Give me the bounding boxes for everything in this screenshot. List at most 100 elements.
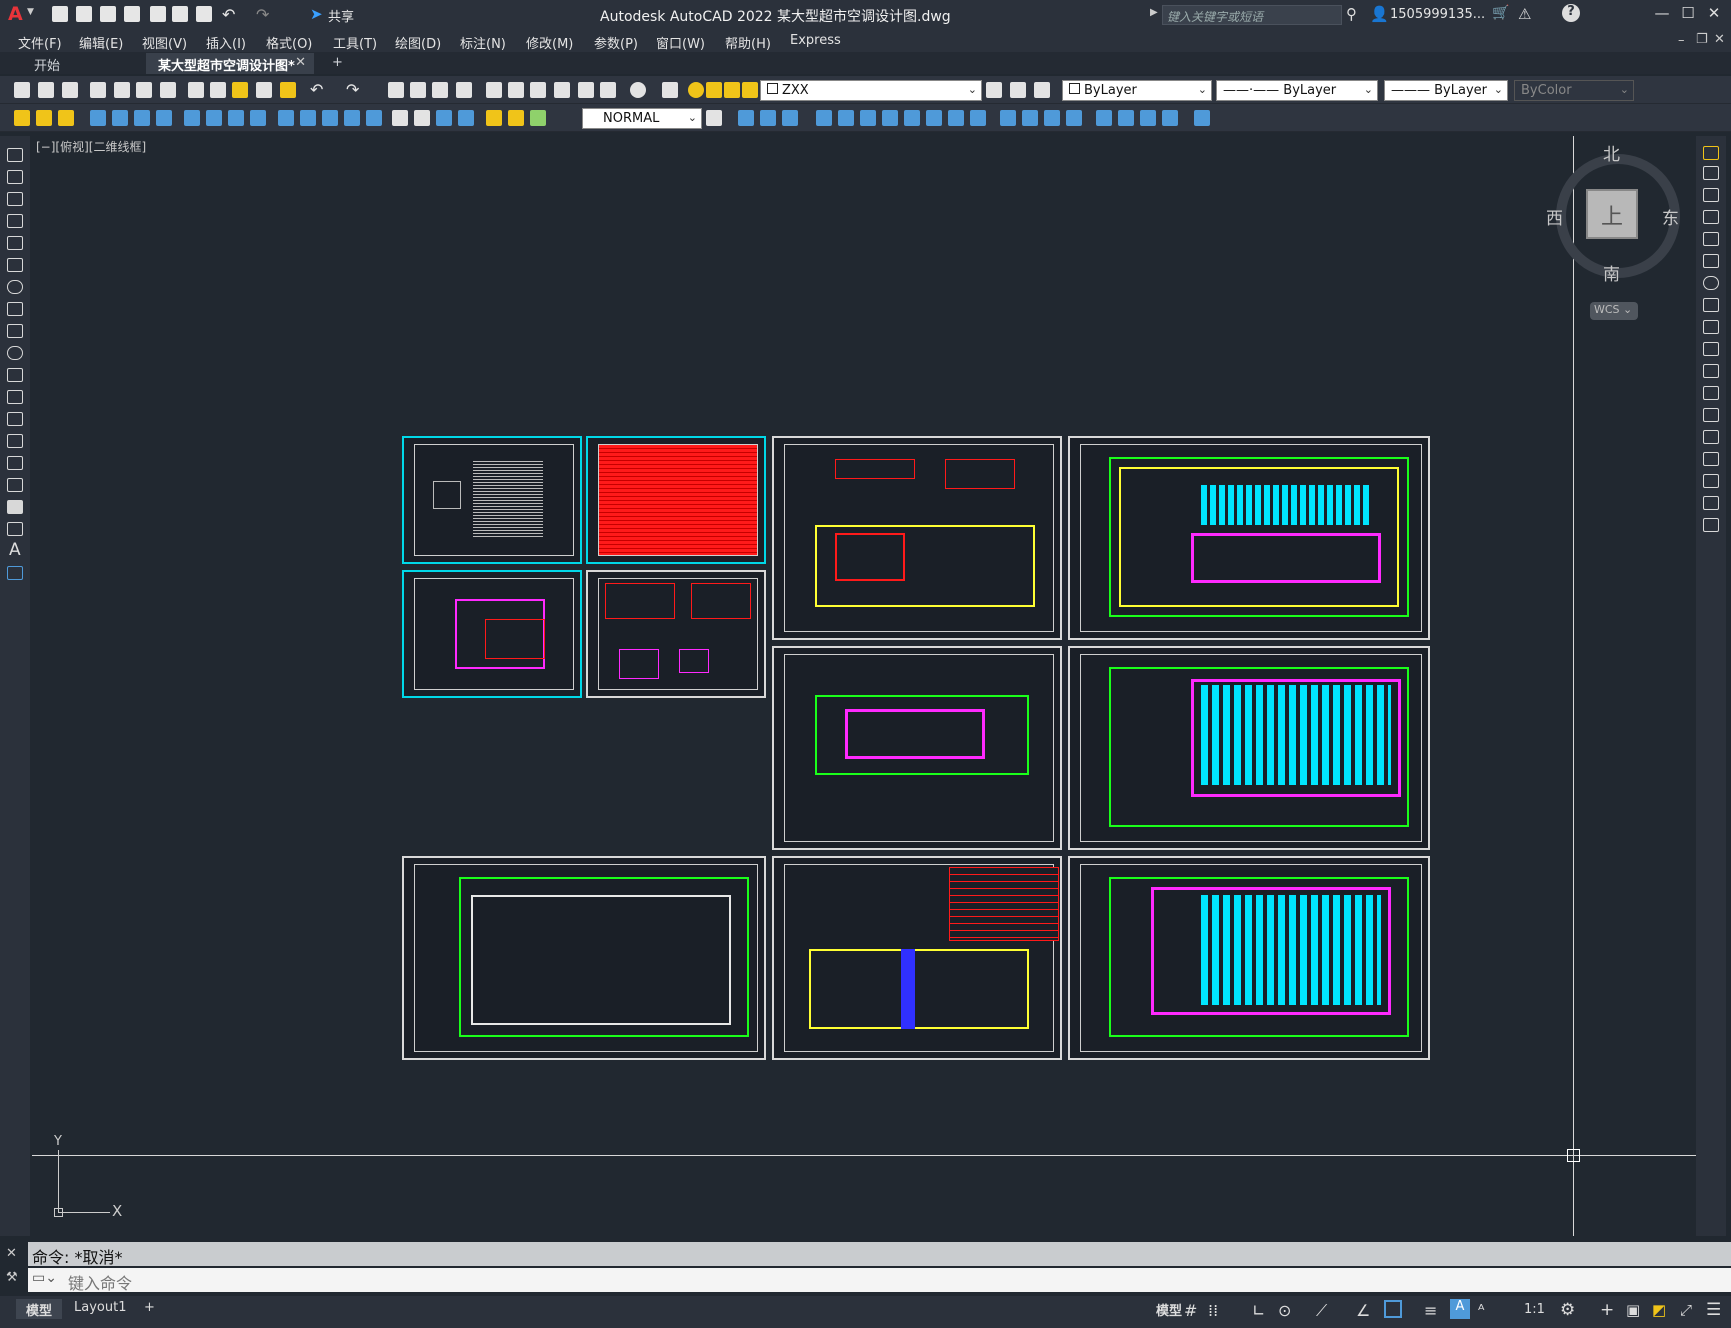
camera-icon[interactable] — [1194, 110, 1210, 126]
osnap-tracking-icon[interactable]: ⟋ — [1316, 1301, 1327, 1321]
drawing-canvas[interactable]: [−][俯视][二维线框] 北 南 西 东 上 WCS ⌄ Y X — [32, 136, 1696, 1236]
polygon-icon[interactable] — [7, 214, 23, 228]
tab-start[interactable]: 开始 — [22, 53, 146, 74]
make-current-icon[interactable] — [986, 82, 1002, 98]
menu-express[interactable]: Express — [790, 33, 841, 48]
close-button[interactable]: ✕ — [1702, 4, 1726, 26]
gradient-icon[interactable] — [7, 478, 23, 492]
new-icon[interactable] — [14, 82, 30, 98]
material-icon[interactable] — [1140, 110, 1156, 126]
spline-icon[interactable] — [7, 324, 23, 338]
inspect-icon[interactable] — [436, 110, 452, 126]
sheet-floor2-ac-plan[interactable] — [1068, 646, 1430, 850]
ucs-x-icon[interactable] — [926, 110, 942, 126]
dim-ordinate-icon[interactable] — [156, 110, 172, 126]
pan-icon[interactable] — [388, 82, 404, 98]
doc-close-icon[interactable]: ✕ — [1714, 32, 1725, 47]
view-top-icon[interactable] — [1022, 110, 1038, 126]
menu-parametric[interactable]: 参数(P) — [594, 33, 638, 52]
tolerance-icon[interactable] — [392, 110, 408, 126]
sheet-equipment-table[interactable] — [586, 436, 766, 564]
undo-icon[interactable]: ↶ — [222, 5, 235, 24]
menu-format[interactable]: 格式(O) — [266, 33, 312, 52]
blend-icon[interactable] — [1703, 496, 1719, 510]
layer-lock-icon[interactable] — [742, 82, 758, 98]
help-icon[interactable]: ? — [1562, 4, 1580, 22]
3d-box-icon[interactable] — [738, 110, 754, 126]
polar-icon[interactable]: ⊙ — [1278, 1301, 1291, 1320]
3d-subtract-icon[interactable] — [782, 110, 798, 126]
sheet-set-icon[interactable] — [554, 82, 570, 98]
explode-icon[interactable] — [1703, 518, 1719, 532]
cut-icon[interactable] — [188, 82, 204, 98]
redo-icon[interactable]: ↷ — [256, 5, 269, 24]
units-icon[interactable]: ▣ — [1626, 1301, 1640, 1319]
dim-baseline-icon[interactable] — [300, 110, 316, 126]
ucs-icon[interactable] — [816, 110, 832, 126]
sheet-design-notes[interactable] — [402, 436, 582, 564]
ucs-y-icon[interactable] — [948, 110, 964, 126]
menu-insert[interactable]: 插入(I) — [206, 33, 246, 52]
layer-on-icon[interactable] — [688, 82, 704, 98]
ucs-world-icon[interactable] — [838, 110, 854, 126]
sheet-roof-equipment-plan[interactable] — [772, 646, 1062, 850]
copy-object-icon[interactable] — [1703, 166, 1719, 180]
zoom-previous-icon[interactable] — [456, 82, 472, 98]
trim-icon[interactable] — [1703, 342, 1719, 356]
layer-freeze-icon[interactable] — [706, 82, 722, 98]
tool-palette-icon[interactable] — [530, 82, 546, 98]
menu-tools[interactable]: 工具(T) — [333, 33, 377, 52]
save-toolbar-icon[interactable] — [62, 82, 78, 98]
point-icon[interactable] — [7, 434, 23, 448]
menu-help[interactable]: 帮助(H) — [725, 33, 771, 52]
viewport-icon[interactable] — [1162, 110, 1178, 126]
stretch-icon[interactable] — [1703, 320, 1719, 334]
join-icon[interactable] — [1703, 430, 1719, 444]
markup-icon[interactable] — [578, 82, 594, 98]
wcs-menu[interactable]: WCS ⌄ — [1590, 302, 1638, 320]
publish-icon[interactable] — [136, 82, 152, 98]
menu-modify[interactable]: 修改(M) — [526, 33, 573, 52]
ucs-zaxis-icon[interactable] — [882, 110, 898, 126]
save-icon[interactable] — [100, 6, 116, 22]
dim-text-edit-icon[interactable] — [508, 110, 524, 126]
viewcube-west[interactable]: 西 — [1546, 204, 1563, 229]
layer-states-icon[interactable] — [1034, 82, 1050, 98]
open-file-icon[interactable] — [76, 6, 92, 22]
fillet-icon[interactable] — [1703, 474, 1719, 488]
view-side-icon[interactable] — [1066, 110, 1082, 126]
offset-icon[interactable] — [1703, 210, 1719, 224]
color-dropdown[interactable]: ByLayer ⌄ — [1062, 80, 1212, 101]
paste-icon[interactable] — [232, 82, 248, 98]
ucs-3point-icon[interactable] — [904, 110, 920, 126]
layer-vp-freeze-icon[interactable] — [724, 82, 740, 98]
ellipse-arc-icon[interactable] — [7, 368, 23, 382]
undo-toolbar-icon[interactable]: ↶ — [310, 80, 323, 99]
table-icon[interactable] — [7, 522, 23, 536]
plot-icon[interactable] — [196, 6, 212, 22]
layer-manager-icon[interactable] — [662, 82, 678, 98]
menu-file[interactable]: 文件(F) — [18, 33, 62, 52]
tab-document[interactable]: 某大型超市空调设计图* ✕ — [146, 53, 314, 74]
dimstyle-dropdown[interactable]: NORMAL ⌄ — [582, 108, 702, 129]
chamfer-icon[interactable] — [1703, 452, 1719, 466]
zoom-realtime-icon[interactable] — [410, 82, 426, 98]
lineweight-icon[interactable]: ≡ — [1424, 1301, 1437, 1320]
view-front-icon[interactable] — [1000, 110, 1016, 126]
line-icon[interactable] — [7, 148, 23, 162]
jogged-linear-icon[interactable] — [458, 110, 474, 126]
block-editor-icon[interactable] — [280, 82, 296, 98]
design-center-icon[interactable] — [508, 82, 524, 98]
3d-print-icon[interactable] — [160, 82, 176, 98]
wblock-icon[interactable] — [58, 110, 74, 126]
polyline-icon[interactable] — [7, 192, 23, 206]
plot-preview-icon[interactable] — [114, 82, 130, 98]
viewport-controls[interactable]: [−][俯视][二维线框] — [36, 138, 146, 155]
osnap-icon[interactable] — [1384, 1300, 1402, 1318]
new-file-icon[interactable] — [52, 6, 68, 22]
tab-model[interactable]: 模型 — [16, 1299, 63, 1319]
open-icon[interactable] — [38, 82, 54, 98]
match-prop-icon[interactable] — [256, 82, 272, 98]
menu-window[interactable]: 窗口(W) — [656, 33, 705, 52]
dim-angular-icon[interactable] — [250, 110, 266, 126]
